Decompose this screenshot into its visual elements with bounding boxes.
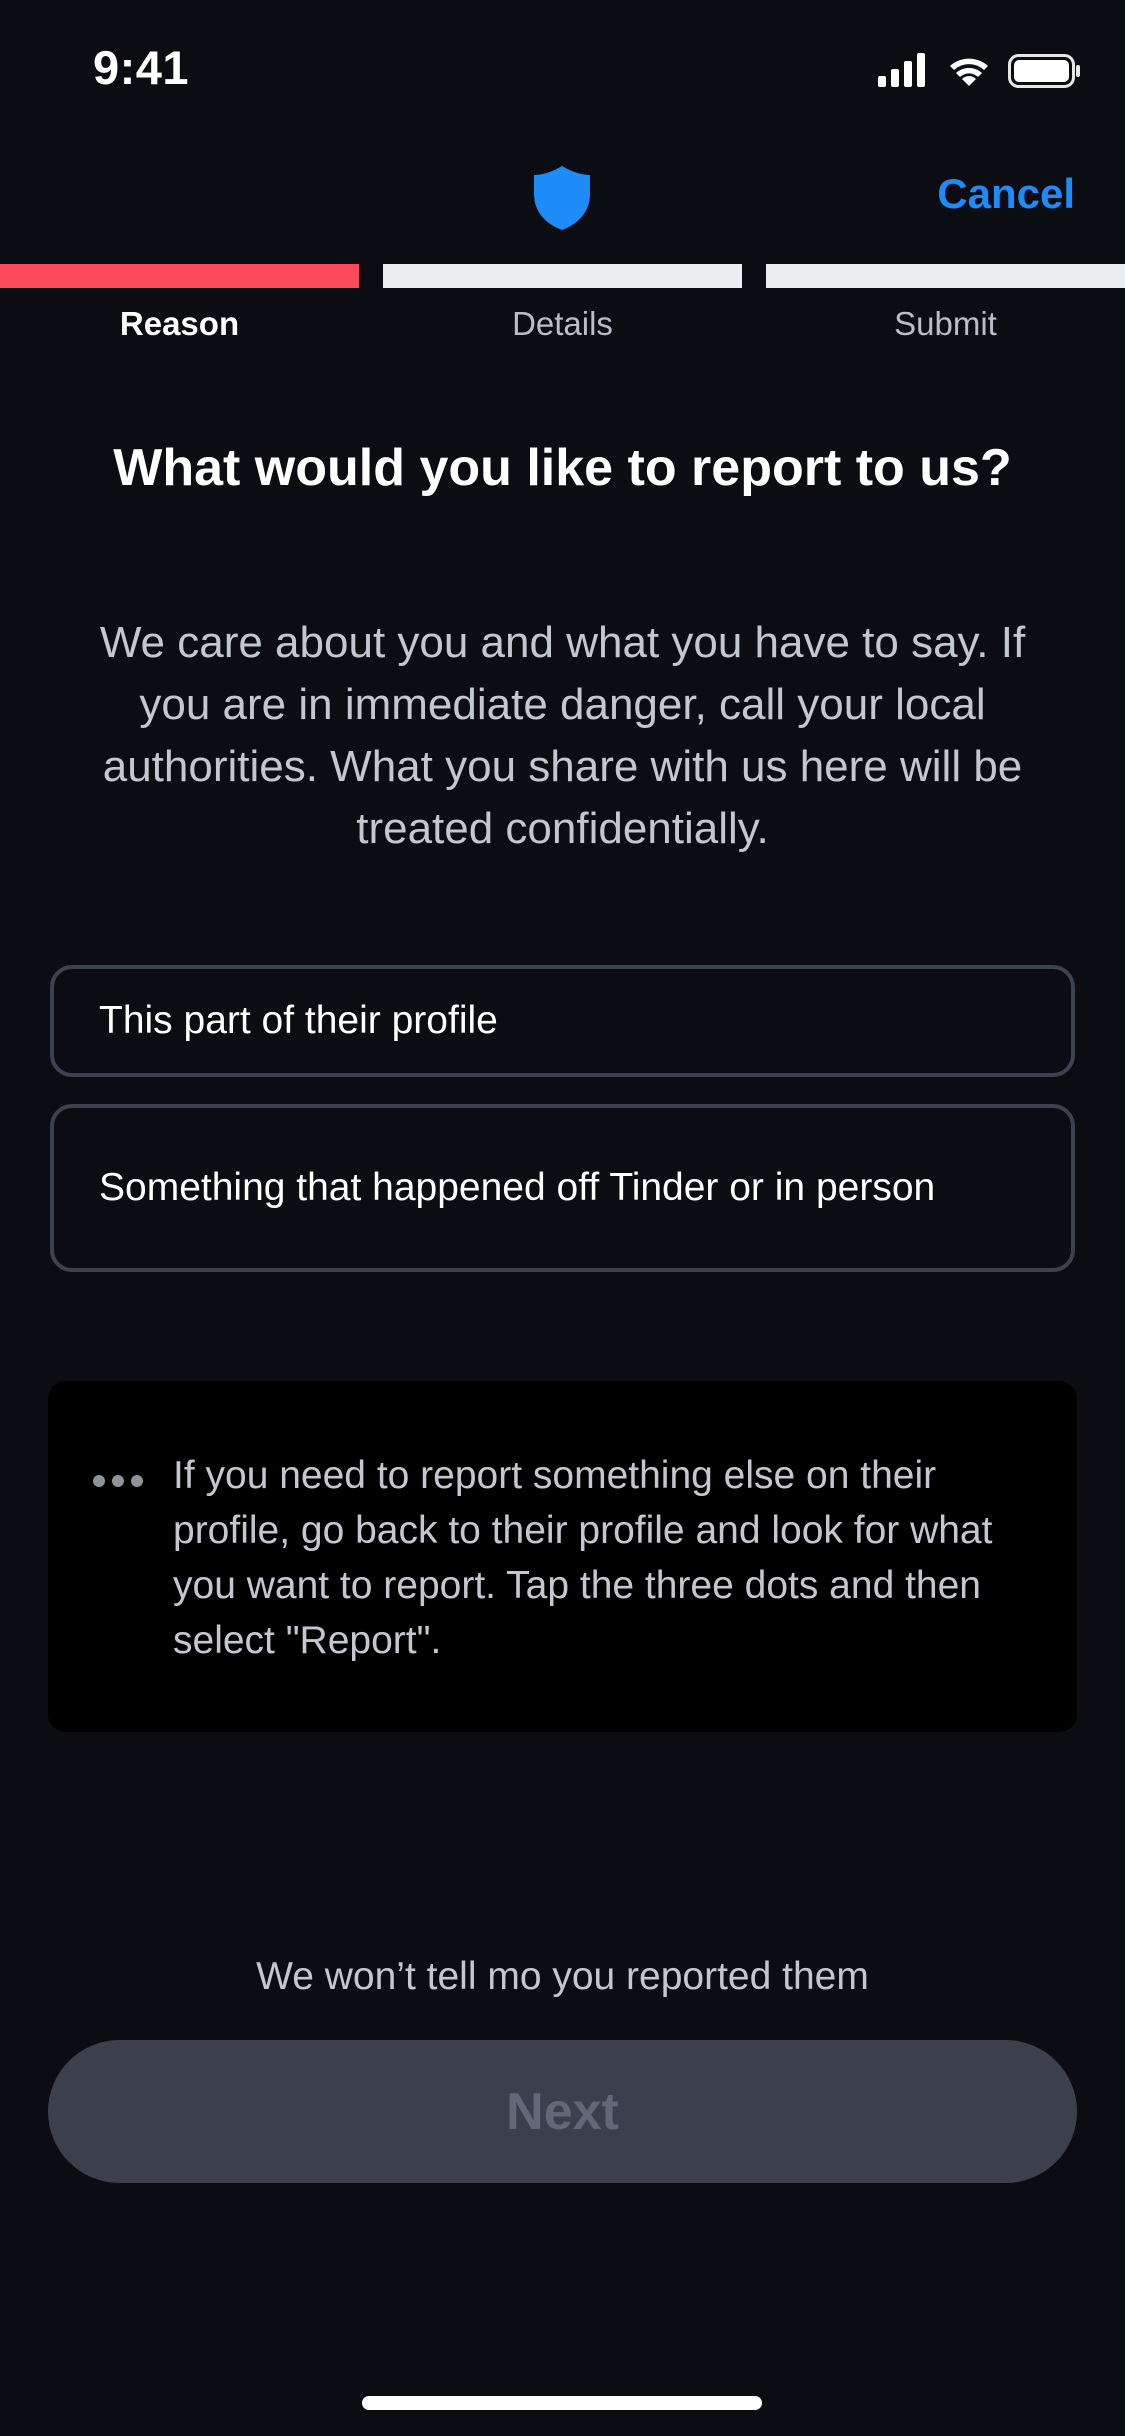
step-label-details: Details — [512, 305, 613, 342]
option-off-tinder[interactable]: Something that happened off Tinder or in… — [50, 1104, 1075, 1272]
progress-segment-reason — [0, 264, 359, 288]
info-box: If you need to report something else on … — [48, 1381, 1077, 1732]
home-indicator[interactable] — [362, 2396, 762, 2410]
option-label: This part of their profile — [99, 999, 498, 1042]
cellular-signal-icon — [878, 53, 925, 87]
page-description: We care about you and what you have to s… — [99, 618, 1026, 853]
battery-icon — [1008, 54, 1080, 88]
wifi-icon — [950, 58, 988, 86]
step-label-submit: Submit — [894, 305, 997, 342]
shield-icon — [532, 164, 592, 232]
more-dots-icon — [93, 1475, 145, 1489]
option-label: Something that happened off Tinder or in… — [99, 1166, 936, 1209]
progress-segment-details — [383, 264, 742, 288]
progress-segment-submit — [766, 264, 1125, 288]
cancel-button[interactable]: Cancel — [937, 170, 1075, 218]
status-icons — [878, 50, 1083, 90]
next-button[interactable]: Next — [48, 2040, 1077, 2183]
anonymity-note: We won’t tell mo you reported them — [256, 1955, 869, 1998]
status-time: 9:41 — [93, 41, 190, 94]
info-text: If you need to report something else on … — [173, 1454, 993, 1662]
step-label-reason: Reason — [119, 305, 240, 342]
option-profile-part[interactable]: This part of their profile — [50, 965, 1075, 1077]
page-title: What would you like to report to us? — [113, 439, 1012, 497]
